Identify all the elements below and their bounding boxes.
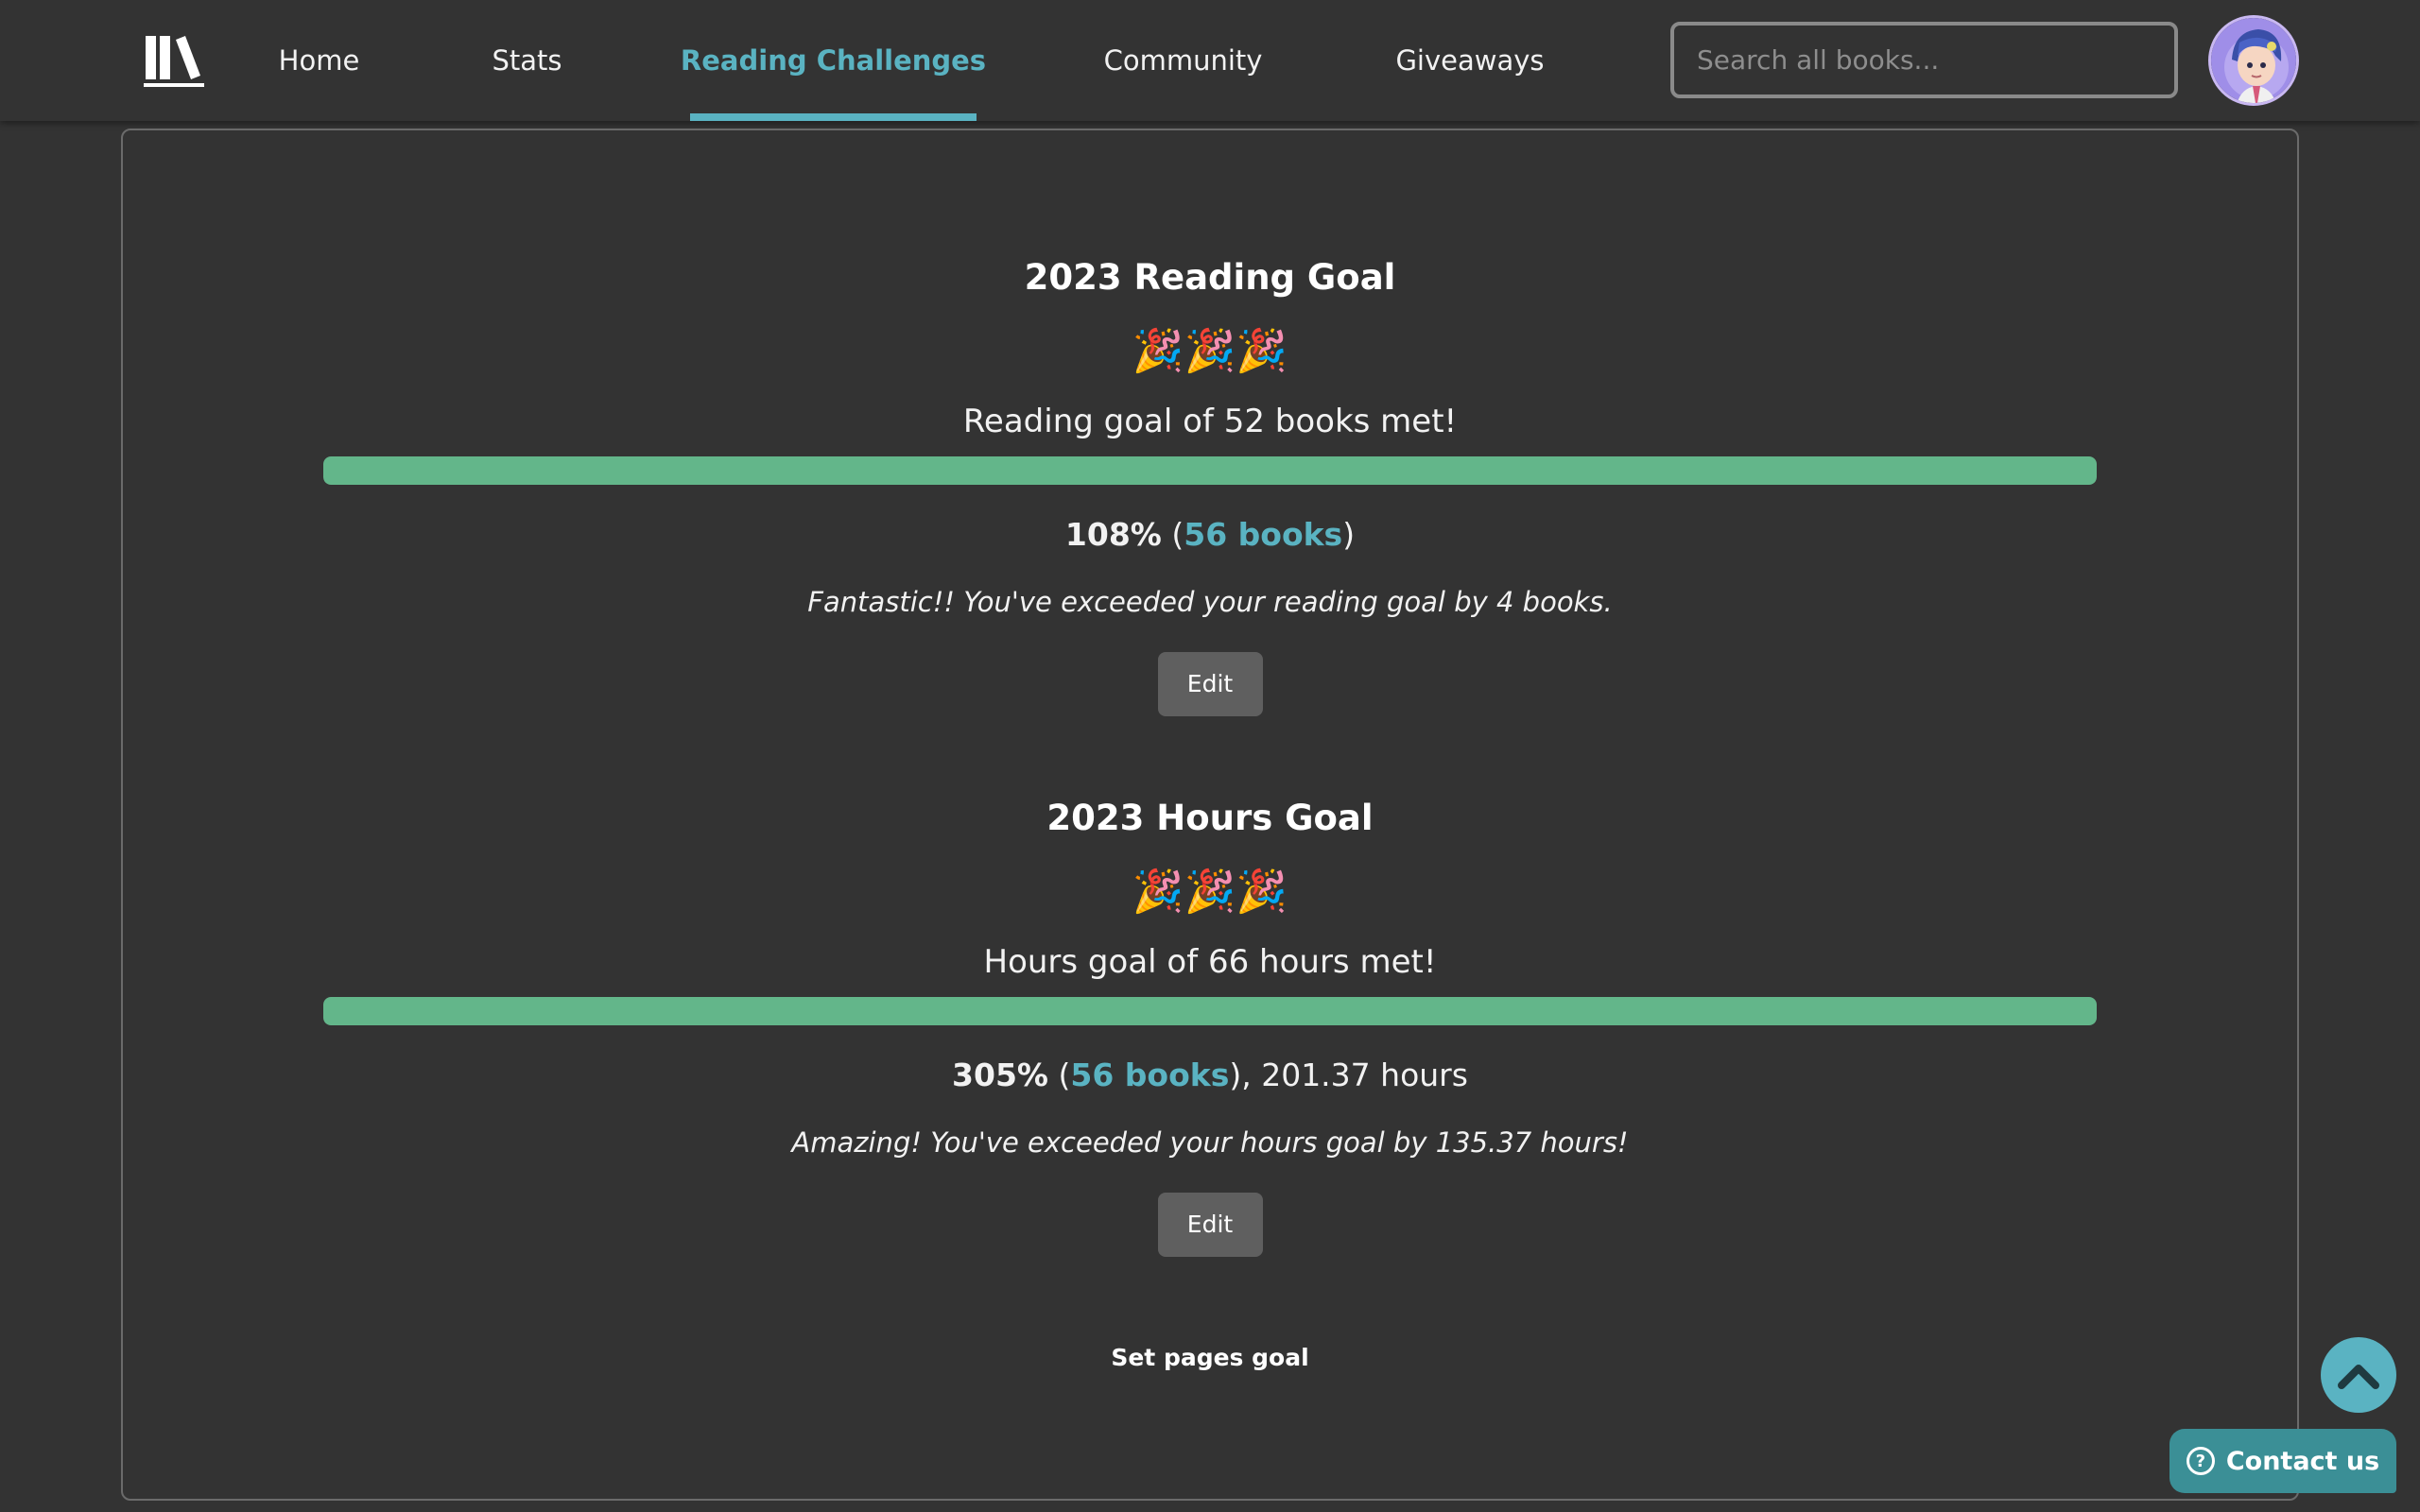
avatar[interactable] [2208,15,2299,106]
paren-close: ) [1342,516,1356,553]
hours-goal-met-text: Hours goal of 66 hours met! [983,943,1437,981]
extra-stat: , 201.37 hours [1241,1057,1468,1093]
progress-fill [323,997,2097,1025]
hours-goal-message: Amazing! You've exceeded your hours goal… [791,1126,1629,1159]
percent-value: 305% [952,1057,1048,1093]
avatar-illustration [2211,18,2296,103]
percent-value: 108% [1064,516,1162,553]
edit-hours-goal-button[interactable]: Edit [1157,1193,1263,1257]
set-pages-goal-link[interactable]: Set pages goal [1111,1344,1308,1371]
scroll-to-top-button[interactable] [2321,1337,2396,1413]
hours-goal-stats: 305% (56 books), 201.37 hours [123,1057,2297,1093]
nav-community[interactable]: Community [1097,0,1270,121]
reading-goal-met-text: Reading goal of 52 books met! [962,403,1458,440]
search-input[interactable] [1670,22,2178,98]
active-tab-indicator [690,113,977,121]
reading-goal-title: 2023 Reading Goal [1024,257,1396,298]
edit-reading-goal-button[interactable]: Edit [1157,652,1263,716]
progress-fill [323,456,2097,485]
party-popper-icon: 🎉🎉🎉 [1132,327,1288,375]
hours-goal-progress-bar [323,997,2097,1025]
contact-us-label: Contact us [2225,1446,2380,1476]
reading-challenges-panel: 2023 Reading Goal 🎉🎉🎉 Reading goal of 52… [121,129,2299,1501]
contact-us-button[interactable]: ? Contact us [2169,1429,2396,1493]
paren-close: ) [1229,1057,1242,1093]
hours-goal-edit-row: Edit [123,1193,2297,1257]
nav-giveaways[interactable]: Giveaways [1390,0,1550,121]
books-shelf-icon[interactable] [144,34,204,89]
nav-home[interactable]: Home [265,0,373,121]
question-circle-icon: ? [2186,1447,2215,1475]
set-pages-goal-row: Set pages goal [123,1344,2297,1371]
chevron-up-icon [2338,1365,2379,1389]
nav-stats[interactable]: Stats [482,0,572,121]
party-popper-icon: 🎉🎉🎉 [1132,868,1288,916]
nav-reading-challenges[interactable]: Reading Challenges [681,0,986,121]
hours-goal-title: 2023 Hours Goal [1046,798,1374,838]
reading-goal-message: Fantastic!! You've exceeded your reading… [807,586,1613,618]
reading-goal-progress-bar [323,456,2097,485]
books-link[interactable]: 56 books [1184,516,1342,553]
reading-goal-stats: 108% (56 books) [123,516,2297,553]
books-link[interactable]: 56 books [1070,1057,1229,1093]
paren-open: ( [1058,1057,1071,1093]
top-navigation-bar: Home Stats Reading Challenges Community … [0,0,2420,121]
reading-goal-edit-row: Edit [123,652,2297,716]
paren-open: ( [1171,516,1184,553]
